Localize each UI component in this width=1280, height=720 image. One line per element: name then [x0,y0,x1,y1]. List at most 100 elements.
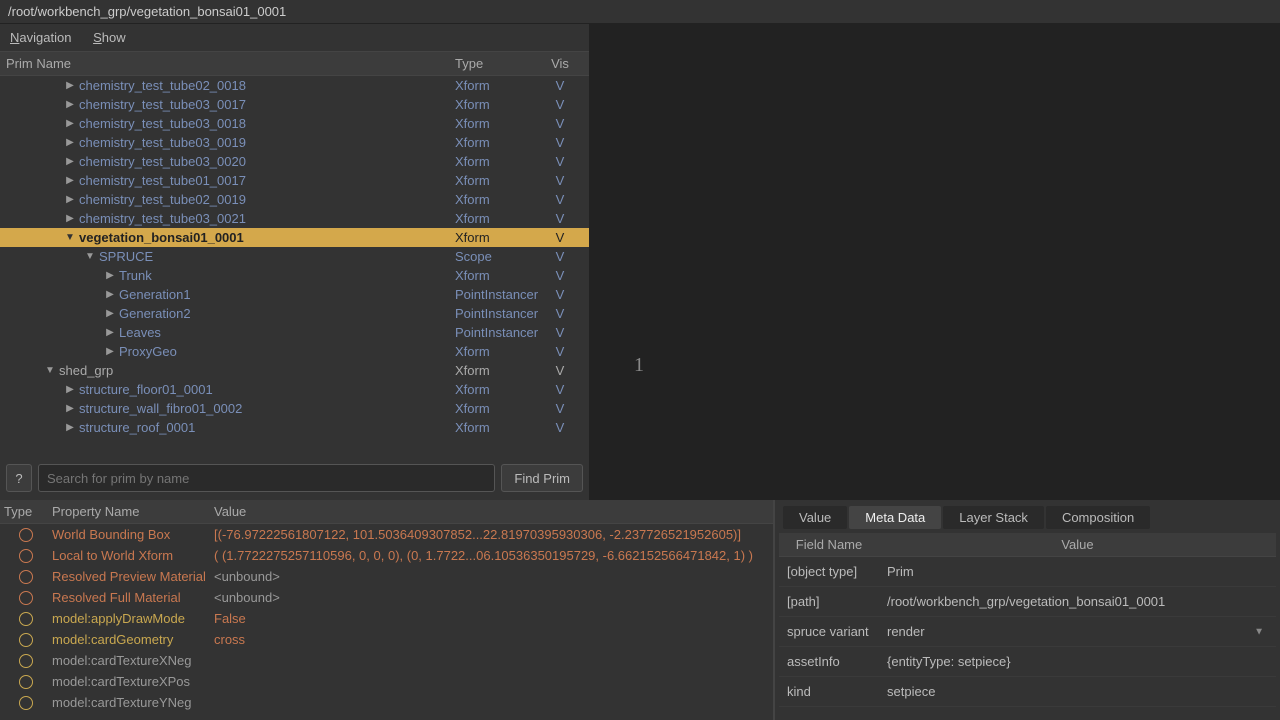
prim-vis-label[interactable]: V [545,173,575,188]
expand-arrow-icon[interactable]: ▶ [65,384,75,395]
expand-arrow-icon[interactable]: ▶ [65,118,75,129]
meta-body[interactable]: [object type]Prim[path]/root/workbench_g… [779,557,1276,707]
prim-vis-label[interactable]: V [545,249,575,264]
expand-arrow-icon[interactable]: ▶ [105,289,115,300]
expand-arrow-icon[interactable]: ▶ [65,80,75,91]
tree-row[interactable]: ▶TrunkXformV [0,266,589,285]
expand-arrow-icon[interactable]: ▼ [85,251,95,262]
meta-value-label: /root/workbench_grp/vegetation_bonsai01_… [879,594,1276,609]
expand-arrow-icon[interactable]: ▶ [105,270,115,281]
prim-vis-label[interactable]: V [545,420,575,435]
prim-vis-label[interactable]: V [545,211,575,226]
prop-value-label: [(-76.97222561807122, 101.5036409307852.… [214,527,774,542]
expand-arrow-icon[interactable]: ▶ [65,156,75,167]
prop-type-icon [0,633,52,647]
prop-row[interactable]: model:cardTextureXPos [0,671,774,692]
tree-row[interactable]: ▼shed_grpXformV [0,361,589,380]
prim-vis-label[interactable]: V [545,116,575,131]
tab-layer-stack[interactable]: Layer Stack [943,506,1044,529]
prim-vis-label[interactable]: V [545,268,575,283]
tree-row[interactable]: ▶chemistry_test_tube03_0020XformV [0,152,589,171]
meta-row[interactable]: spruce variantrender▼ [779,617,1276,647]
prim-vis-label[interactable]: V [545,192,575,207]
tree-row[interactable]: ▼vegetation_bonsai01_0001XformV [0,228,589,247]
prim-vis-label[interactable]: V [545,306,575,321]
prop-type-icon [0,591,52,605]
dropdown-arrow-icon[interactable]: ▼ [1254,626,1264,637]
expand-arrow-icon[interactable]: ▶ [65,137,75,148]
prop-row[interactable]: Resolved Preview Material<unbound> [0,566,774,587]
search-input[interactable] [38,464,495,492]
expand-arrow-icon[interactable]: ▶ [65,213,75,224]
prim-vis-label[interactable]: V [545,154,575,169]
tree-row[interactable]: ▶chemistry_test_tube01_0017XformV [0,171,589,190]
prop-row[interactable]: Local to World Xform( (1.772227525711059… [0,545,774,566]
meta-value-label[interactable]: render▼ [879,624,1276,639]
tree-row[interactable]: ▶structure_roof_0001XformV [0,418,589,436]
meta-field-label: [object type] [779,564,879,579]
tree-row[interactable]: ▶structure_wall_fibro01_0002XformV [0,399,589,418]
expand-arrow-icon[interactable]: ▶ [65,194,75,205]
expand-arrow-icon[interactable]: ▶ [65,422,75,433]
tree-header-type[interactable]: Type [455,56,545,71]
prim-vis-label[interactable]: V [545,287,575,302]
expand-arrow-icon[interactable]: ▶ [65,175,75,186]
expand-arrow-icon[interactable]: ▶ [65,99,75,110]
tree-row[interactable]: ▶LeavesPointInstancerV [0,323,589,342]
props-header-type[interactable]: Type [0,504,52,519]
prim-vis-label[interactable]: V [545,382,575,397]
tree-header-name[interactable]: Prim Name [0,56,455,71]
tree-row[interactable]: ▶chemistry_test_tube02_0018XformV [0,76,589,95]
prim-vis-label[interactable]: V [545,78,575,93]
prim-type-label: Xform [455,363,545,378]
tree-row[interactable]: ▶Generation2PointInstancerV [0,304,589,323]
tab-value[interactable]: Value [783,506,847,529]
tree-body[interactable]: ▶chemistry_test_tube02_0018XformV▶chemis… [0,76,589,436]
prim-vis-label[interactable]: V [545,135,575,150]
menu-show[interactable]: Show [93,30,126,45]
expand-arrow-icon[interactable]: ▶ [105,327,115,338]
prim-vis-label[interactable]: V [545,363,575,378]
expand-arrow-icon[interactable]: ▼ [65,232,75,243]
prim-vis-label[interactable]: V [545,97,575,112]
tree-row[interactable]: ▶chemistry_test_tube03_0019XformV [0,133,589,152]
tree-row[interactable]: ▶ProxyGeoXformV [0,342,589,361]
tab-meta-data[interactable]: Meta Data [849,506,941,529]
meta-header-field[interactable]: Field Name [779,537,879,552]
props-body[interactable]: World Bounding Box[(-76.97222561807122, … [0,524,774,713]
prop-value-label: <unbound> [214,569,774,584]
tree-row[interactable]: ▼SPRUCEScopeV [0,247,589,266]
prop-row[interactable]: model:cardGeometrycross [0,629,774,650]
props-header-value[interactable]: Value [214,504,774,519]
tree-row[interactable]: ▶structure_floor01_0001XformV [0,380,589,399]
tree-row[interactable]: ▶chemistry_test_tube03_0018XformV [0,114,589,133]
prop-row[interactable]: World Bounding Box[(-76.97222561807122, … [0,524,774,545]
prop-row[interactable]: Resolved Full Material<unbound> [0,587,774,608]
tree-row[interactable]: ▶chemistry_test_tube02_0019XformV [0,190,589,209]
menu-navigation[interactable]: Navigation [10,30,71,45]
prim-vis-label[interactable]: V [545,401,575,416]
meta-header-value[interactable]: Value [879,537,1276,552]
expand-arrow-icon[interactable]: ▶ [65,403,75,414]
tree-header-vis[interactable]: Vis [545,56,575,71]
prim-name-label: chemistry_test_tube03_0017 [79,97,246,112]
props-header: Type Property Name Value [0,500,774,524]
prop-row[interactable]: model:applyDrawModeFalse [0,608,774,629]
prim-type-label: PointInstancer [455,325,545,340]
prim-vis-label[interactable]: V [545,230,575,245]
viewport[interactable]: 1 [590,24,1280,500]
help-button[interactable]: ? [6,464,32,492]
expand-arrow-icon[interactable]: ▼ [45,365,55,376]
expand-arrow-icon[interactable]: ▶ [105,346,115,357]
tree-row[interactable]: ▶Generation1PointInstancerV [0,285,589,304]
expand-arrow-icon[interactable]: ▶ [105,308,115,319]
find-prim-button[interactable]: Find Prim [501,464,583,492]
prop-row[interactable]: model:cardTextureXNeg [0,650,774,671]
prim-vis-label[interactable]: V [545,344,575,359]
tree-row[interactable]: ▶chemistry_test_tube03_0021XformV [0,209,589,228]
props-header-name[interactable]: Property Name [52,504,214,519]
prop-row[interactable]: model:cardTextureYNeg [0,692,774,713]
prim-vis-label[interactable]: V [545,325,575,340]
tree-row[interactable]: ▶chemistry_test_tube03_0017XformV [0,95,589,114]
tab-composition[interactable]: Composition [1046,506,1150,529]
